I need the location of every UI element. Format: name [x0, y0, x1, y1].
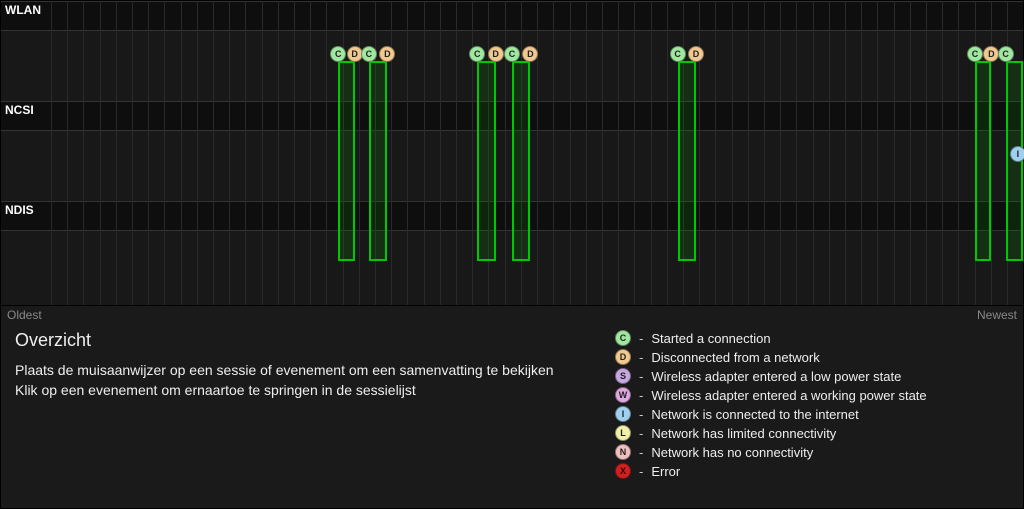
event-marker-d[interactable]: D: [379, 46, 395, 62]
event-marker-c[interactable]: C: [670, 46, 686, 62]
event-marker-c[interactable]: C: [361, 46, 377, 62]
axis-oldest: Oldest: [7, 308, 42, 322]
bottom-panel: Overzicht Plaats de muisaanwijzer op een…: [1, 324, 1023, 508]
legend-icon-w: W: [615, 387, 631, 403]
event-marker-d[interactable]: D: [983, 46, 999, 62]
legend-row-i: I - Network is connected to the internet: [615, 406, 1009, 422]
legend-icon-c: C: [615, 330, 631, 346]
legend-text-x: Error: [651, 464, 680, 479]
legend-text-s: Wireless adapter entered a low power sta…: [651, 369, 901, 384]
app-root: CDCDCDCDCDCDCI WLAN NCSI NDIS Oldest New…: [0, 0, 1024, 509]
legend-text-i: Network is connected to the internet: [651, 407, 858, 422]
overview-line1: Plaats de muisaanwijzer op een sessie of…: [15, 361, 575, 381]
event-markers: CDCDCDCDCDCDCI: [1, 1, 1023, 305]
overview-line2: Klik op een evenement om ernaartoe te sp…: [15, 381, 575, 401]
overview-title: Overzicht: [15, 330, 575, 351]
legend-text-l: Network has limited connectivity: [651, 426, 836, 441]
legend-row-n: N - Network has no connectivity: [615, 444, 1009, 460]
legend-row-s: S - Wireless adapter entered a low power…: [615, 368, 1009, 384]
legend-text-n: Network has no connectivity: [651, 445, 813, 460]
overview-section: Overzicht Plaats de muisaanwijzer op een…: [15, 330, 575, 498]
event-marker-c[interactable]: C: [504, 46, 520, 62]
legend-row-d: D - Disconnected from a network: [615, 349, 1009, 365]
legend-row-x: X - Error: [615, 463, 1009, 479]
event-marker-d[interactable]: D: [688, 46, 704, 62]
legend-text-c: Started a connection: [651, 331, 770, 346]
legend-icon-n: N: [615, 444, 631, 460]
event-marker-d[interactable]: D: [488, 46, 504, 62]
event-marker-i[interactable]: I: [1010, 146, 1024, 162]
timeline-chart[interactable]: CDCDCDCDCDCDCI WLAN NCSI NDIS: [1, 1, 1023, 306]
axis-labels: Oldest Newest: [1, 306, 1023, 324]
event-marker-c[interactable]: C: [967, 46, 983, 62]
legend-icon-s: S: [615, 368, 631, 384]
legend: C - Started a connection D - Disconnecte…: [615, 330, 1009, 498]
legend-text-d: Disconnected from a network: [651, 350, 819, 365]
event-marker-c[interactable]: C: [998, 46, 1014, 62]
legend-icon-i: I: [615, 406, 631, 422]
legend-row-l: L - Network has limited connectivity: [615, 425, 1009, 441]
legend-icon-l: L: [615, 425, 631, 441]
event-marker-d[interactable]: D: [522, 46, 538, 62]
event-marker-c[interactable]: C: [469, 46, 485, 62]
legend-text-w: Wireless adapter entered a working power…: [651, 388, 926, 403]
axis-newest: Newest: [977, 308, 1017, 322]
event-marker-c[interactable]: C: [330, 46, 346, 62]
legend-icon-x: X: [615, 463, 631, 479]
legend-row-c: C - Started a connection: [615, 330, 1009, 346]
legend-icon-d: D: [615, 349, 631, 365]
legend-row-w: W - Wireless adapter entered a working p…: [615, 387, 1009, 403]
